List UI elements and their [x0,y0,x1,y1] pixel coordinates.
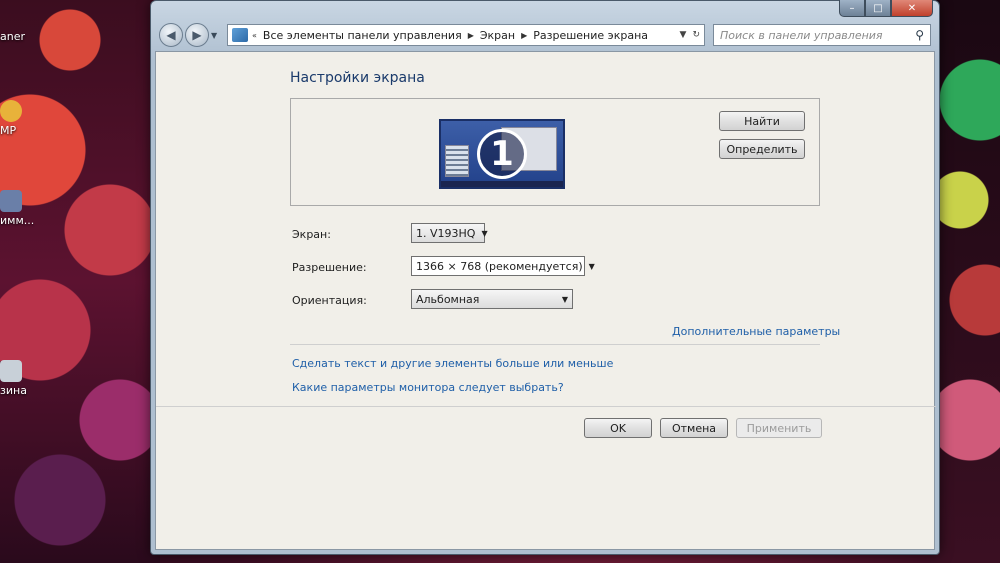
address-bar[interactable]: « Все элементы панели управления ▶ Экран… [227,24,705,46]
desktop-icon-label: aner [0,30,26,43]
forward-button[interactable]: ▶ [185,23,209,47]
search-icon[interactable]: ⚲ [915,28,924,42]
control-panel-icon [232,28,248,42]
arrow-right-icon: ▶ [192,28,202,42]
search-input[interactable]: Поиск в панели управления ⚲ [713,24,931,46]
recycle-bin-icon [0,360,22,382]
chevron-double-left-icon[interactable]: « [252,31,257,40]
chevron-right-icon[interactable]: ▶ [468,31,474,40]
desktop-icon-label: имм... [0,214,35,227]
screen-label: Экран: [292,228,331,241]
divider [156,406,936,407]
desktop-icon-label: зина [0,384,27,397]
app-icon [0,100,22,122]
monitor-number: 1 [477,129,527,179]
apply-button[interactable]: Применить [736,418,822,438]
mini-taskbar-graphic [441,181,563,187]
orientation-select[interactable]: Альбомная ▼ [411,289,573,309]
breadcrumb-all-items[interactable]: Все элементы панели управления [263,29,462,42]
recent-pages-dropdown[interactable]: ▼ [211,31,221,40]
arrow-left-icon: ◀ [166,28,176,42]
identify-button[interactable]: Определить [719,139,805,159]
minimize-button[interactable]: – [839,0,865,17]
orientation-label: Ориентация: [292,294,367,307]
screen-select[interactable]: 1. V193HQ ▼ [411,223,488,243]
desktop-icon-4[interactable]: зина [0,360,27,397]
maximize-button[interactable]: □ [865,0,891,17]
desktop-wallpaper-left [0,0,160,563]
computer-icon [0,190,22,212]
desktop-icon-label: MP [0,124,17,137]
chevron-right-icon[interactable]: ▶ [521,31,527,40]
desktop-icon-3[interactable]: имм... [0,190,34,227]
close-button[interactable]: ✕ [891,0,933,17]
breadcrumb-display[interactable]: Экран [480,29,515,42]
screen-select-value: 1. V193HQ [416,226,476,240]
advanced-settings-link[interactable]: Дополнительные параметры [672,325,840,338]
caption-buttons: – □ ✕ [839,0,933,17]
page-title: Настройки экрана [290,70,425,86]
cancel-button[interactable]: Отмена [660,418,728,438]
refresh-icon[interactable]: ↻ [692,30,700,40]
navigation-bar: ◀ ▶ ▼ « Все элементы панели управления ▶… [159,23,931,47]
monitor-thumbnail[interactable]: 1 [439,119,565,189]
desktop-wallpaper-right [930,0,1000,563]
breadcrumb-resolution[interactable]: Разрешение экрана [533,29,648,42]
divider [290,344,820,345]
chevron-down-icon: ▼ [588,261,595,271]
chevron-down-icon: ▼ [561,294,568,304]
content-area: Настройки экрана 1 Найти Определить Экра… [155,51,936,550]
text-size-link[interactable]: Сделать текст и другие элементы больше и… [292,357,613,370]
find-button[interactable]: Найти [719,111,805,131]
resolution-select[interactable]: 1366 × 768 (рекомендуется) ▼ [411,256,595,276]
control-panel-window: – □ ✕ ◀ ▶ ▼ « Все элементы панели управл… [150,0,940,555]
monitor-preview-panel: 1 Найти Определить [290,98,820,206]
monitor-help-link[interactable]: Какие параметры монитора следует выбрать… [292,381,564,394]
resolution-label: Разрешение: [292,261,367,274]
mini-sidebar-graphic [445,145,469,177]
search-placeholder: Поиск в панели управления [720,28,883,42]
chevron-down-icon: ▼ [481,228,488,238]
back-button[interactable]: ◀ [159,23,183,47]
address-dropdown-icon[interactable]: ▼ [680,30,687,40]
orientation-select-value: Альбомная [416,292,480,306]
desktop-icon-1[interactable]: aner [0,30,25,43]
desktop-icon-2[interactable]: MP [0,100,22,137]
ok-button[interactable]: OK [584,418,652,438]
resolution-select-value: 1366 × 768 (рекомендуется) [416,259,583,273]
